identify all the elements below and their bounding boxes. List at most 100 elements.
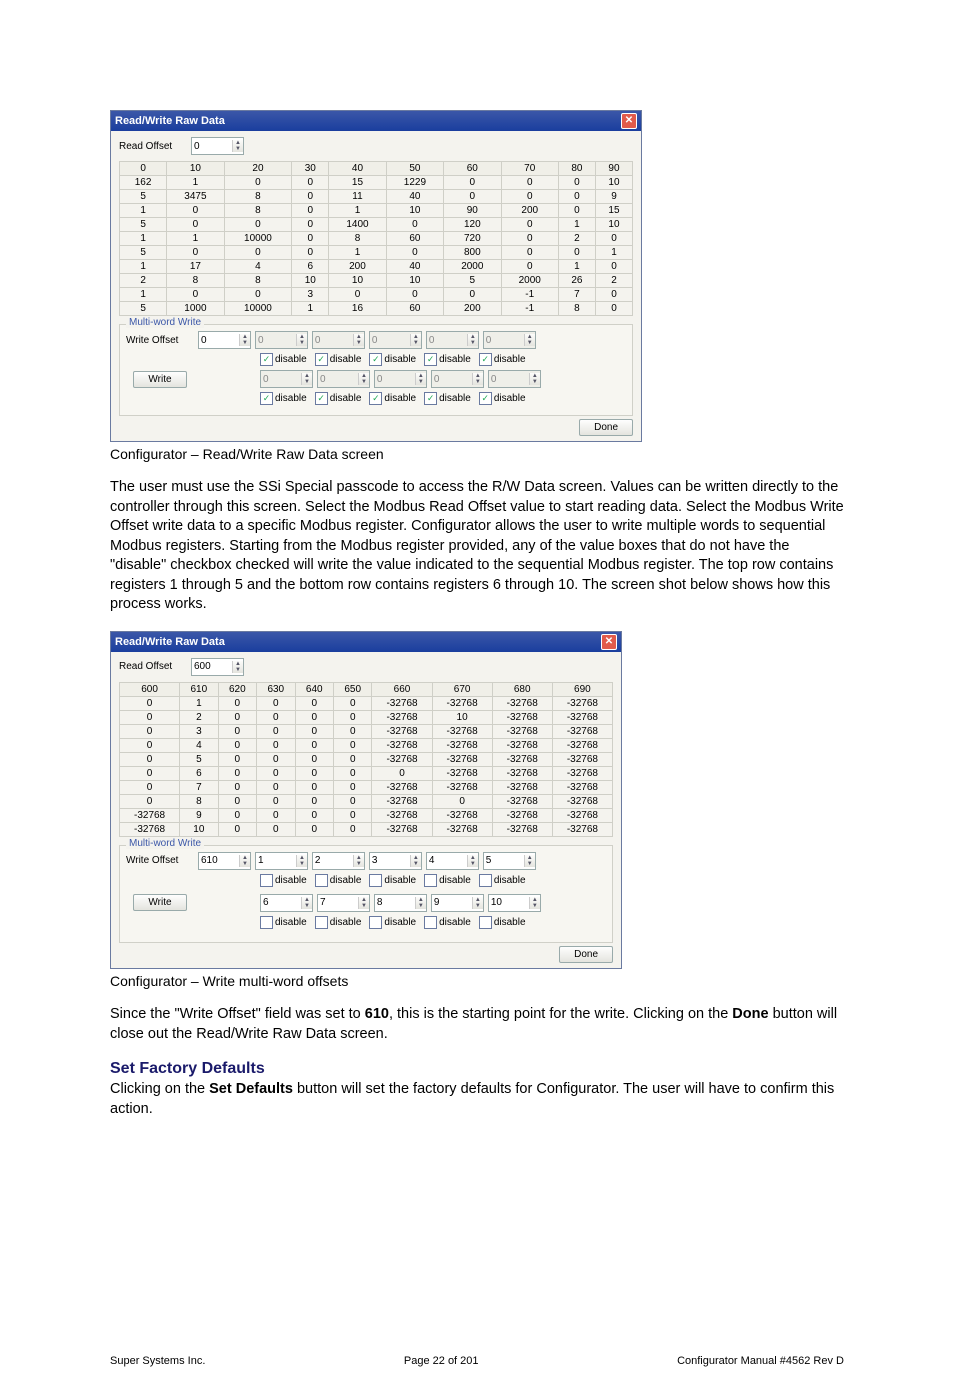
column-header: 90	[595, 162, 632, 176]
value-spinner[interactable]: ▲▼	[260, 894, 313, 912]
cell: 1	[120, 232, 167, 246]
disable-checkbox[interactable]: ✓disable	[260, 353, 307, 366]
cell: -32768	[432, 724, 492, 738]
column-header: 680	[492, 682, 552, 696]
write-offset-input[interactable]: ▲▼	[198, 852, 251, 870]
disable-checkbox[interactable]: ✓disable	[479, 353, 526, 366]
cell: 10	[386, 204, 443, 218]
write-button[interactable]: Write	[133, 894, 186, 911]
cell: -32768	[432, 766, 492, 780]
disable-checkbox[interactable]: ✓disable	[315, 392, 362, 405]
column-header: 30	[292, 162, 329, 176]
cell: 10	[595, 176, 632, 190]
spinner-arrows-icon[interactable]: ▲▼	[467, 855, 478, 867]
table-row: 030000-32768-32768-32768-32768	[120, 724, 613, 738]
table-row: 11746200402000010	[120, 260, 633, 274]
cell: 1	[120, 260, 167, 274]
raw-data-dialog-1: Read/Write Raw Data ✕ Read Offset ▲▼ 010…	[110, 110, 642, 442]
disable-checkbox[interactable]: disable	[260, 916, 307, 929]
read-offset-input[interactable]: ▲▼	[191, 137, 244, 155]
value-spinner[interactable]: ▲▼	[312, 852, 365, 870]
cell: -32768	[372, 710, 432, 724]
cell: -32768	[492, 780, 552, 794]
table-row: 1003000-170	[120, 288, 633, 302]
cell: 0	[386, 288, 443, 302]
disable-checkbox[interactable]: disable	[315, 916, 362, 929]
value-spinner[interactable]: ▲▼	[431, 894, 484, 912]
disable-checkbox[interactable]: ✓disable	[369, 392, 416, 405]
value-spinner: ▲▼	[374, 370, 427, 388]
cell: 0	[224, 246, 292, 260]
value-spinner[interactable]: ▲▼	[317, 894, 370, 912]
value-spinner[interactable]: ▲▼	[369, 852, 422, 870]
disable-checkbox[interactable]: disable	[260, 874, 307, 887]
cell: 7	[180, 780, 218, 794]
cell: 0	[218, 724, 256, 738]
cell: 1	[120, 288, 167, 302]
spinner-arrows-icon[interactable]: ▲▼	[410, 855, 421, 867]
value-spinner: ▲▼	[260, 370, 313, 388]
cell: 0	[257, 766, 295, 780]
cell: 40	[386, 260, 443, 274]
write-offset-input[interactable]: ▲▼	[198, 331, 251, 349]
disable-checkbox[interactable]: disable	[479, 874, 526, 887]
cell: -32768	[552, 738, 612, 752]
cell: 0	[444, 190, 501, 204]
spinner-arrows-icon: ▲▼	[467, 334, 478, 346]
disable-checkbox[interactable]: ✓disable	[424, 392, 471, 405]
disable-checkbox[interactable]: disable	[369, 874, 416, 887]
cell: 0	[218, 766, 256, 780]
spinner-arrows-icon[interactable]: ▲▼	[529, 897, 540, 909]
done-button[interactable]: Done	[559, 946, 613, 963]
close-icon[interactable]: ✕	[601, 634, 617, 650]
cell: 0	[333, 724, 371, 738]
titlebar: Read/Write Raw Data ✕	[111, 632, 621, 652]
spinner-arrows-icon[interactable]: ▲▼	[415, 897, 426, 909]
cell: 0	[120, 724, 180, 738]
spinner-arrows-icon[interactable]: ▲▼	[232, 140, 243, 152]
cell: 0	[257, 794, 295, 808]
table-row: 5000140001200110	[120, 218, 633, 232]
disable-checkbox[interactable]: ✓disable	[369, 353, 416, 366]
spinner-arrows-icon[interactable]: ▲▼	[296, 855, 307, 867]
cell: 0	[595, 260, 632, 274]
disable-checkbox[interactable]: disable	[369, 916, 416, 929]
write-button[interactable]: Write	[133, 371, 186, 388]
cell: 0	[218, 780, 256, 794]
section-heading: Set Factory Defaults	[110, 1060, 844, 1078]
cell: 0	[501, 260, 558, 274]
disable-checkbox[interactable]: disable	[479, 916, 526, 929]
value-spinner[interactable]: ▲▼	[488, 894, 541, 912]
disable-checkbox[interactable]: disable	[424, 874, 471, 887]
cell: -32768	[552, 696, 612, 710]
cell: 0	[292, 176, 329, 190]
spinner-arrows-icon[interactable]: ▲▼	[358, 897, 369, 909]
column-header: 10	[167, 162, 224, 176]
value-spinner[interactable]: ▲▼	[426, 852, 479, 870]
disable-checkbox[interactable]: ✓disable	[260, 392, 307, 405]
disable-checkbox[interactable]: disable	[315, 874, 362, 887]
disable-checkbox[interactable]: ✓disable	[424, 353, 471, 366]
spinner-arrows-icon[interactable]: ▲▼	[353, 855, 364, 867]
spinner-arrows-icon[interactable]: ▲▼	[239, 334, 250, 346]
value-spinner[interactable]: ▲▼	[255, 852, 308, 870]
read-offset-input[interactable]: ▲▼	[191, 658, 244, 676]
disable-checkbox[interactable]: ✓disable	[479, 392, 526, 405]
spinner-arrows-icon[interactable]: ▲▼	[232, 661, 243, 673]
spinner-arrows-icon[interactable]: ▲▼	[524, 855, 535, 867]
value-spinner: ▲▼	[431, 370, 484, 388]
spinner-arrows-icon: ▲▼	[358, 373, 369, 385]
figure-caption: Configurator – Read/Write Raw Data scree…	[110, 446, 844, 462]
spinner-arrows-icon[interactable]: ▲▼	[472, 897, 483, 909]
close-icon[interactable]: ✕	[621, 113, 637, 129]
spinner-arrows-icon[interactable]: ▲▼	[301, 897, 312, 909]
cell: 0	[558, 204, 595, 218]
disable-checkbox[interactable]: disable	[424, 916, 471, 929]
value-spinner[interactable]: ▲▼	[483, 852, 536, 870]
spinner-arrows-icon[interactable]: ▲▼	[239, 855, 250, 867]
disable-checkbox[interactable]: ✓disable	[315, 353, 362, 366]
done-button[interactable]: Done	[579, 419, 633, 436]
value-spinner[interactable]: ▲▼	[374, 894, 427, 912]
cell: 8	[224, 204, 292, 218]
cell: -32768	[432, 822, 492, 836]
